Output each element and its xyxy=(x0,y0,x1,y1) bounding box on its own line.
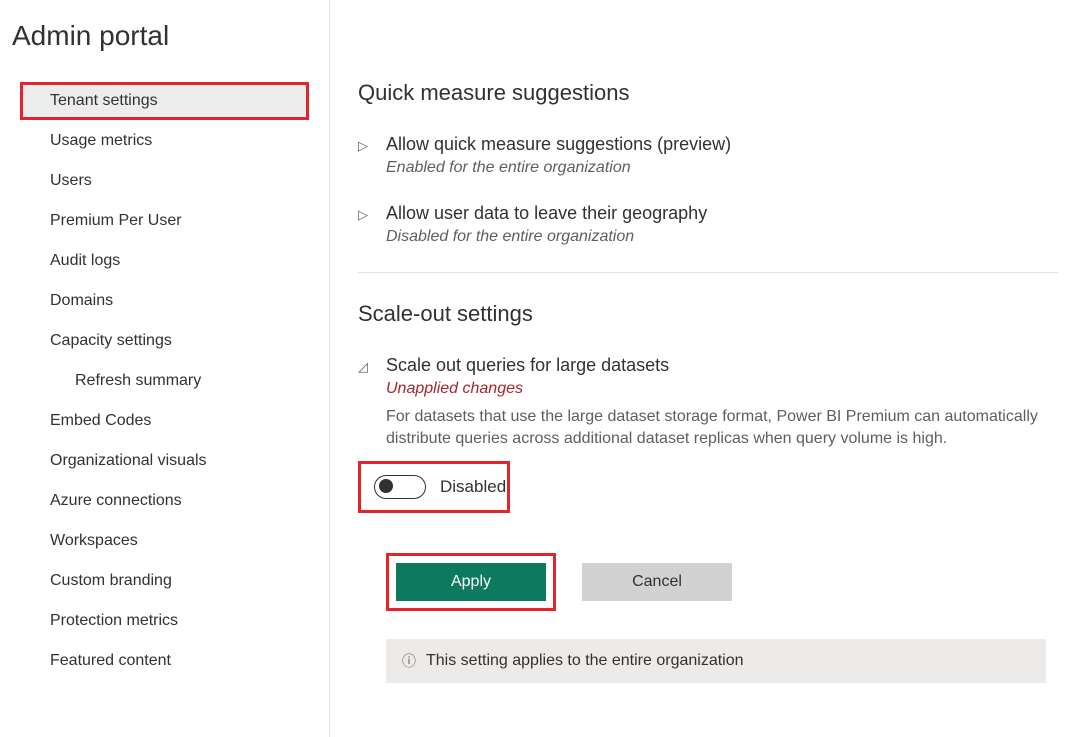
setting-description: For datasets that use the large dataset … xyxy=(386,406,1066,451)
scale-out-toggle[interactable] xyxy=(374,475,426,499)
apply-button-highlight: Apply xyxy=(386,553,556,611)
setting-unapplied-warning: Unapplied changes xyxy=(386,380,1066,398)
setting-status: Disabled for the entire organization xyxy=(386,228,707,246)
setting-title: Allow user data to leave their geography xyxy=(386,203,707,224)
nav-item-workspaces[interactable]: Workspaces xyxy=(20,522,309,560)
apply-button[interactable]: Apply xyxy=(396,563,546,601)
info-icon: ⓘ xyxy=(402,651,416,671)
nav-item-capacity-settings[interactable]: Capacity settings xyxy=(20,322,309,360)
info-banner-text: This setting applies to the entire organ… xyxy=(426,652,744,670)
info-banner: ⓘ This setting applies to the entire org… xyxy=(386,639,1046,683)
section-heading-quick-measure: Quick measure suggestions xyxy=(358,80,1082,106)
setting-allow-quick-measure[interactable]: ▷ Allow quick measure suggestions (previ… xyxy=(358,134,1082,177)
toggle-label: Disabled xyxy=(440,477,506,497)
button-row: Apply Cancel xyxy=(386,553,1082,611)
nav-item-organizational-visuals[interactable]: Organizational visuals xyxy=(20,442,309,480)
nav-item-domains[interactable]: Domains xyxy=(20,282,309,320)
cancel-button[interactable]: Cancel xyxy=(582,563,732,601)
toggle-knob xyxy=(379,479,393,493)
section-divider xyxy=(358,272,1058,273)
nav-item-premium-per-user[interactable]: Premium Per User xyxy=(20,202,309,240)
setting-allow-user-data-leave-geo[interactable]: ▷ Allow user data to leave their geograp… xyxy=(358,203,1082,246)
nav-item-tenant-settings[interactable]: Tenant settings xyxy=(20,82,309,120)
setting-scale-out-queries[interactable]: ◿ Scale out queries for large datasets U… xyxy=(358,355,1082,451)
nav-item-usage-metrics[interactable]: Usage metrics xyxy=(20,122,309,160)
nav-item-featured-content[interactable]: Featured content xyxy=(20,642,309,680)
section-heading-scale-out: Scale-out settings xyxy=(358,301,1082,327)
nav-item-users[interactable]: Users xyxy=(20,162,309,200)
sidebar: Admin portal Tenant settings Usage metri… xyxy=(0,0,330,737)
chevron-down-icon: ◿ xyxy=(358,359,378,375)
nav-item-custom-branding[interactable]: Custom branding xyxy=(20,562,309,600)
nav-item-embed-codes[interactable]: Embed Codes xyxy=(20,402,309,440)
nav-item-refresh-summary[interactable]: Refresh summary xyxy=(20,362,309,400)
nav-item-azure-connections[interactable]: Azure connections xyxy=(20,482,309,520)
nav-item-protection-metrics[interactable]: Protection metrics xyxy=(20,602,309,640)
chevron-right-icon: ▷ xyxy=(358,138,378,154)
nav-list: Tenant settings Usage metrics Users Prem… xyxy=(10,82,329,680)
setting-status: Enabled for the entire organization xyxy=(386,159,731,177)
page-title: Admin portal xyxy=(12,20,329,52)
toggle-highlight: Disabled xyxy=(358,461,510,513)
content: Quick measure suggestions ▷ Allow quick … xyxy=(330,0,1082,737)
chevron-right-icon: ▷ xyxy=(358,207,378,223)
setting-title: Allow quick measure suggestions (preview… xyxy=(386,134,731,155)
nav-item-audit-logs[interactable]: Audit logs xyxy=(20,242,309,280)
setting-title: Scale out queries for large datasets xyxy=(386,355,1066,376)
